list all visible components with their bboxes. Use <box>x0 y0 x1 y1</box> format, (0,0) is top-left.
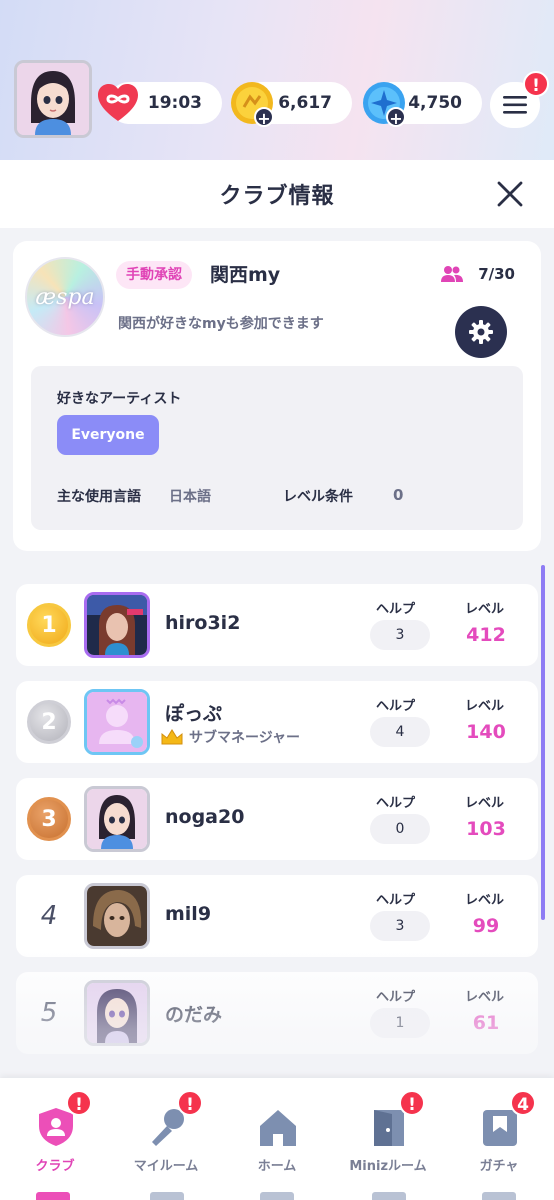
coins-value: 6,617 <box>278 93 332 113</box>
next-row-peek <box>150 1192 184 1200</box>
next-row-peek <box>260 1192 294 1200</box>
club-description: 関西が好きなmyも参加できます <box>118 316 324 332</box>
nav-club[interactable]: クラブ ! <box>0 1078 110 1188</box>
favorite-artist-label: 好きなアーティスト <box>57 391 182 407</box>
profile-avatar[interactable] <box>14 60 92 138</box>
next-row-peek <box>482 1192 516 1200</box>
role-label: サブマネージャー <box>189 730 301 746</box>
level-label: レベル <box>465 796 505 811</box>
nav-gacha[interactable]: ガチャ 4 <box>444 1078 554 1188</box>
member-name: mil9 <box>165 903 212 925</box>
rank-number: 3 <box>41 806 57 832</box>
member-avatar <box>84 689 150 755</box>
gear-icon <box>469 320 493 344</box>
help-label: ヘルプ <box>376 699 416 714</box>
club-name: 関西my <box>210 264 281 286</box>
menu-alert-badge: ! <box>523 71 549 97</box>
rank-number: 4 <box>40 901 58 931</box>
club-logo-text: æspa <box>35 284 95 310</box>
bottom-navigation: クラブ ! マイルーム ! ホーム Minizルーム ! ガチャ 4 <box>0 1078 554 1200</box>
member-level: 140 <box>466 721 506 743</box>
status-bar: 19:03 6,617 + 4,750 + ! <box>0 0 554 160</box>
club-logo: æspa <box>25 257 105 337</box>
home-icon <box>260 1110 296 1146</box>
member-avatar <box>84 786 150 852</box>
member-name: のだみ <box>165 1004 223 1026</box>
language-label: 主な使用言語 <box>57 489 141 505</box>
hamburger-icon <box>503 96 527 114</box>
club-info-sheet: クラブ情報 æspa 手動承認 関西my 7/30 関西が好きなmyも参加できま… <box>0 160 554 1082</box>
member-avatar <box>84 592 150 658</box>
member-level: 61 <box>472 1012 500 1034</box>
member-avatar <box>84 883 150 949</box>
help-count: 0 <box>370 814 430 844</box>
level-label: レベル <box>465 602 505 617</box>
next-row-peek <box>36 1192 70 1200</box>
member-level: 103 <box>466 818 506 840</box>
close-icon[interactable] <box>496 180 524 208</box>
nav-label: ホーム <box>257 1159 297 1174</box>
sub-manager-role: サブマネージャー <box>160 727 300 747</box>
nav-count-badge: 4 <box>510 1090 536 1116</box>
heart-icon <box>94 79 142 127</box>
club-card: æspa 手動承認 関西my 7/30 関西が好きなmyも参加できます 好きなア… <box>13 241 541 551</box>
gems-value: 4,750 <box>408 93 462 113</box>
ranking-row[interactable]: 4 mil9 ヘルプ 3 レベル 99 <box>16 875 538 957</box>
crown-icon <box>161 729 183 745</box>
level-label: レベル <box>465 893 505 908</box>
nav-my-room[interactable]: マイルーム ! <box>111 1078 221 1188</box>
help-count: 3 <box>370 620 430 650</box>
ranking-row[interactable]: 2 ぽっぷ サブマネージャー ヘルプ 4 レベル 140 <box>16 681 538 763</box>
member-name: hiro3i2 <box>165 612 241 634</box>
add-coins-button[interactable]: + <box>254 107 274 128</box>
nav-label: Minizルーム <box>349 1159 427 1174</box>
gold-medal-icon: 1 <box>27 603 71 647</box>
language-value: 日本語 <box>169 489 211 505</box>
member-name: ぽっぷ <box>165 703 223 725</box>
member-level: 99 <box>472 915 500 937</box>
bronze-medal-icon: 3 <box>27 797 71 841</box>
help-label: ヘルプ <box>376 893 416 908</box>
level-requirement-label: レベル条件 <box>283 489 353 505</box>
list-scrollbar[interactable] <box>541 565 545 920</box>
club-details: 好きなアーティスト Everyone 主な使用言語 日本語 レベル条件 0 <box>31 366 523 530</box>
help-label: ヘルプ <box>376 796 416 811</box>
rank-number: 5 <box>40 998 58 1028</box>
nav-alert-badge: ! <box>399 1090 425 1116</box>
members-icon <box>441 266 463 282</box>
club-settings-button[interactable] <box>455 306 507 358</box>
nav-label: マイルーム <box>133 1159 199 1174</box>
rank-number: 1 <box>41 612 57 638</box>
nav-alert-badge: ! <box>66 1090 92 1116</box>
help-count: 1 <box>370 1008 430 1038</box>
member-count: 7/30 <box>478 265 515 283</box>
help-label: ヘルプ <box>376 990 416 1005</box>
sheet-header: クラブ情報 <box>0 160 554 228</box>
add-gems-button[interactable]: + <box>386 107 406 128</box>
silver-medal-icon: 2 <box>27 700 71 744</box>
nav-miniz-room[interactable]: Minizルーム ! <box>333 1078 443 1188</box>
ranking-row[interactable]: 5 のだみ ヘルプ 1 レベル 61 <box>16 972 538 1054</box>
rank-number: 2 <box>41 709 57 735</box>
help-count: 3 <box>370 911 430 941</box>
approval-badge: 手動承認 <box>116 261 192 289</box>
level-requirement-value: 0 <box>393 486 404 504</box>
member-name: noga20 <box>165 806 245 828</box>
ranking-row[interactable]: 3 noga20 ヘルプ 0 レベル 103 <box>16 778 538 860</box>
hearts-value: 19:03 <box>147 93 202 113</box>
nav-home[interactable]: ホーム <box>222 1078 332 1188</box>
next-row-peek <box>372 1192 406 1200</box>
member-level: 412 <box>466 624 506 646</box>
level-label: レベル <box>465 990 505 1005</box>
ranking-row[interactable]: 1 hiro3i2 ヘルプ 3 レベル 412 <box>16 584 538 666</box>
nav-alert-badge: ! <box>177 1090 203 1116</box>
nav-label: クラブ <box>35 1159 75 1174</box>
nav-label: ガチャ <box>479 1159 519 1174</box>
help-label: ヘルプ <box>376 602 416 617</box>
sheet-title: クラブ情報 <box>219 184 335 209</box>
member-avatar <box>84 980 150 1046</box>
favorite-artist-chip: Everyone <box>57 415 159 455</box>
help-count: 4 <box>370 717 430 747</box>
level-label: レベル <box>465 699 505 714</box>
